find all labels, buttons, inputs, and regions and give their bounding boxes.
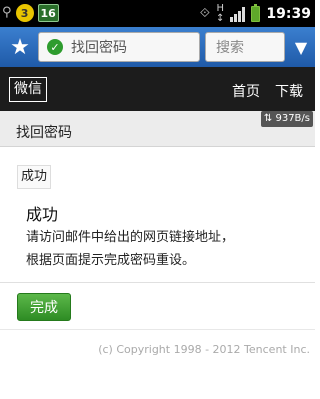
status-bar-right: ⟐ H ↕ 19:39 (200, 4, 311, 24)
notification-count-icon: 16 (37, 4, 59, 22)
clock: 19:39 (266, 6, 311, 22)
app-badge-icon: 3 (15, 4, 34, 22)
status-bar-left: ⚲ 3 16 (2, 4, 59, 22)
nav-download-link[interactable]: 下载 (275, 81, 303, 101)
message-line-2: 根据页面提示完成密码重设。 (26, 253, 196, 268)
network-type-icon: H ↕ (216, 3, 225, 24)
address-text: 找回密码 (71, 40, 127, 56)
vibrate-icon: ⟐ (199, 6, 211, 21)
site-header: 微信 首页 下载 (0, 67, 315, 111)
weixin-logo[interactable]: 微信 (9, 77, 47, 102)
battery-icon (251, 4, 261, 22)
done-button[interactable]: 完成 (17, 293, 71, 321)
nav-home-link[interactable]: 首页 (232, 81, 260, 101)
signal-icon (230, 6, 246, 22)
success-heading: 成功 (26, 205, 59, 224)
secure-check-icon: ✓ (47, 39, 63, 55)
copyright-text: (c) Copyright 1998 - 2012 Tencent Inc. (98, 343, 310, 356)
message-line-1: 请访问邮件中给出的网页链接地址， (26, 230, 235, 245)
network-label: H (216, 3, 224, 14)
bookmark-star-icon[interactable]: ★ (6, 34, 34, 60)
divider (0, 329, 315, 330)
usb-icon: ⚲ (2, 5, 12, 20)
divider (0, 282, 315, 283)
search-input[interactable]: 搜索 (205, 32, 285, 62)
browser-toolbar: ★ ✓ 找回密码 搜索 ▼ (0, 27, 315, 67)
page-title: 找回密码 (16, 125, 72, 141)
status-bar: ⚲ 3 16 ⟐ H ↕ 19:39 (0, 0, 315, 27)
status-tag: 成功 (17, 165, 52, 189)
network-speed-badge: ⇅ 937B/s (260, 111, 313, 127)
chevron-down-icon[interactable]: ▼ (289, 35, 313, 59)
address-bar[interactable]: ✓ 找回密码 (38, 32, 200, 62)
page-title-bar: 找回密码 ⇅ 937B/s (0, 111, 315, 147)
network-speed-value: 937B/s (275, 113, 310, 124)
